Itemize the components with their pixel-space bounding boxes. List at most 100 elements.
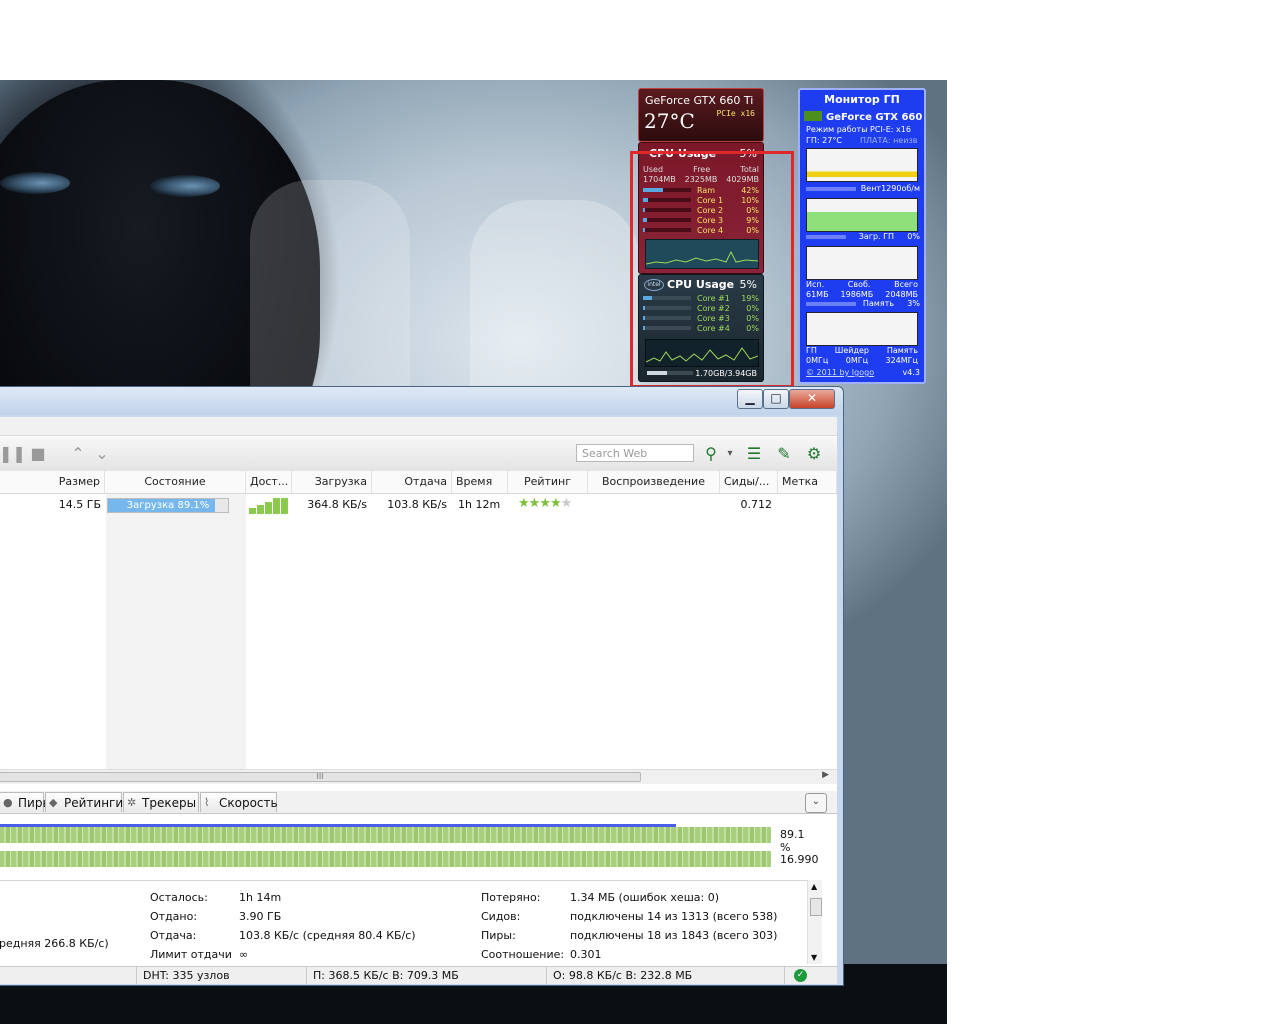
info-vertical-scrollbar[interactable]: ▲ ▼ xyxy=(807,880,822,964)
general-info-panel: редняя 266.8 КБ/с) Осталось: 1h 14m Отда… xyxy=(0,880,817,965)
memory-label: Память xyxy=(862,299,894,308)
star-icon[interactable]: ★ xyxy=(550,496,562,511)
torrent-progress-bar: Загрузка 89.1% xyxy=(107,498,229,513)
collapse-panel-button[interactable]: ⌄ xyxy=(805,793,827,813)
availability-bars xyxy=(249,498,289,514)
tab-ratings[interactable]: ◆ Рейтинги xyxy=(45,792,124,812)
memory-graph xyxy=(806,246,918,280)
column-status[interactable]: Состояние xyxy=(105,471,246,493)
tab-label: Рейтинги xyxy=(64,796,124,810)
pcie-mode: Режим работы PCI-E: x16 xyxy=(806,125,911,134)
dropdown-icon[interactable]: ▾ xyxy=(721,445,739,463)
scroll-thumb[interactable] xyxy=(810,898,822,916)
column-availability[interactable]: Дост... xyxy=(246,471,292,493)
list-icon[interactable]: ☰ xyxy=(745,445,763,463)
torrent-client-window: ▁ □ ✕ ❚❚ ■ ⌃ ⌄ Search Web ⚲ ▾ ☰ ✎ ⚙ Разм… xyxy=(0,386,844,986)
rating-stars[interactable]: ★★★★★ xyxy=(518,496,573,511)
column-size[interactable]: Размер xyxy=(0,471,105,493)
star-icon[interactable]: ★ xyxy=(561,496,573,511)
status-bar: DHT: 335 узлов П: 368.5 КБ/с В: 709.3 МБ… xyxy=(0,966,837,984)
network-ok-icon[interactable]: ✓ xyxy=(794,969,807,982)
remote-icon[interactable]: ✎ xyxy=(775,445,793,463)
gpu-monitor-title: Монитор ГП xyxy=(824,93,900,106)
maximize-button[interactable]: □ xyxy=(763,389,789,409)
pause-icon[interactable]: ❚❚ xyxy=(0,445,26,463)
star-icon[interactable]: ★ xyxy=(518,496,530,511)
torrent-status: Загрузка 89.1% xyxy=(126,500,210,511)
dht-status[interactable]: DHT: 335 узлов xyxy=(137,967,307,984)
upload-limit-value: ∞ xyxy=(239,948,249,961)
horizontal-scrollbar[interactable]: III ▶ xyxy=(0,769,837,784)
column-seeds[interactable]: Сиды/... xyxy=(720,471,778,493)
clock-values: 0МГц 0МГц 324МГц xyxy=(806,356,918,365)
clock-header-shader: Шейдер xyxy=(834,346,869,355)
download-status[interactable]: П: 368.5 КБ/с В: 709.3 МБ xyxy=(307,967,547,984)
column-label[interactable]: Метка xyxy=(778,471,837,493)
scroll-thumb[interactable]: III xyxy=(0,772,641,782)
settings-icon[interactable]: ⚙ xyxy=(805,445,823,463)
torrent-upload-speed: 103.8 КБ/s xyxy=(387,498,447,511)
wasted-label: Потеряно: xyxy=(481,891,541,904)
tab-label: Скорость xyxy=(219,796,278,810)
column-download[interactable]: Загрузка xyxy=(292,471,372,493)
stop-icon[interactable]: ■ xyxy=(29,445,47,463)
column-playback[interactable]: Воспроизведение xyxy=(588,471,720,493)
tab-speed[interactable]: ⌇ Скорость xyxy=(200,792,278,812)
clock-graph xyxy=(806,312,918,346)
clock-memory: 324МГц xyxy=(885,356,919,365)
memory-header-used: Исп. xyxy=(806,280,825,289)
gpu-monitor-gadget[interactable]: Монитор ГП GeForce GTX 660 Режим работы … xyxy=(798,88,926,384)
column-upload[interactable]: Отдача xyxy=(372,471,452,493)
clock-headers: ГП Шейдер Память xyxy=(806,346,918,355)
scroll-down-arrow-icon[interactable]: ▼ xyxy=(811,953,817,962)
torrent-download-speed: 364.8 КБ/s xyxy=(307,498,367,511)
move-down-icon[interactable]: ⌄ xyxy=(93,445,111,463)
column-time[interactable]: Время xyxy=(452,471,508,493)
details-tabs: ● Пиры ◆ Рейтинги ✲ Трекеры ⌇ Скорость ⌄ xyxy=(0,791,837,814)
clock-shader: 0МГц xyxy=(845,356,869,365)
ratio-label: Соотношение: xyxy=(481,948,565,961)
torrent-list-header: Размер Состояние Дост... Загрузка Отдача… xyxy=(0,471,837,494)
fan-bar xyxy=(806,187,856,191)
nvidia-logo-icon xyxy=(804,111,822,121)
memory-header-free: Своб. xyxy=(847,280,871,289)
close-button[interactable]: ✕ xyxy=(789,389,835,409)
fan-speed: Вент1290об/м xyxy=(860,184,920,193)
trackers-icon: ✲ xyxy=(127,796,137,809)
credit-link[interactable]: © 2011 by Igogo xyxy=(806,368,874,377)
star-icon[interactable]: ★ xyxy=(529,496,541,511)
menu-bar xyxy=(0,417,837,436)
scroll-right-arrow-icon[interactable]: ▶ xyxy=(822,770,829,780)
peers-label: Пиры: xyxy=(481,929,516,942)
upload-label: Отдача: xyxy=(150,929,197,942)
memory-headers: Исп. Своб. Всего xyxy=(806,280,918,289)
memory-bar xyxy=(806,302,856,306)
minimize-button[interactable]: ▁ xyxy=(737,389,763,409)
search-web-input[interactable]: Search Web xyxy=(576,444,694,462)
downloaded-pieces-bar xyxy=(0,827,771,843)
seeds-value: подключены 14 из 1313 (всего 538) xyxy=(570,910,778,923)
ratings-icon: ◆ xyxy=(49,796,58,809)
torrent-seed-ratio: 0.712 xyxy=(740,498,773,511)
window-client-area: ❚❚ ■ ⌃ ⌄ Search Web ⚲ ▾ ☰ ✎ ⚙ Размер Сос… xyxy=(0,417,837,984)
gpu-temperature: 27°C xyxy=(644,109,695,133)
gpu-load-value: 0% xyxy=(907,232,920,241)
wasted-value: 1.34 МБ (ошибок хеша: 0) xyxy=(570,891,719,904)
gpu-temperature-gadget[interactable]: GeForce GTX 660 Ti 27°C PCIe x16 xyxy=(638,88,764,142)
tab-peers[interactable]: ● Пиры xyxy=(0,792,52,812)
clock-header-memory: Память xyxy=(886,346,918,355)
downloaded-percent: 89.1 % xyxy=(780,828,805,854)
star-icon[interactable]: ★ xyxy=(539,496,551,511)
scroll-up-arrow-icon[interactable]: ▲ xyxy=(811,882,817,891)
column-rating[interactable]: Рейтинг xyxy=(508,471,588,493)
torrent-size: 14.5 ГБ xyxy=(58,498,101,511)
search-icon[interactable]: ⚲ xyxy=(702,445,720,463)
window-titlebar[interactable]: ▁ □ ✕ xyxy=(0,387,843,415)
seeds-label: Сидов: xyxy=(481,910,521,923)
tab-trackers[interactable]: ✲ Трекеры xyxy=(123,792,199,812)
memory-percent: 3% xyxy=(907,299,920,308)
highlight-box xyxy=(630,151,794,388)
upload-status[interactable]: О: 98.8 КБ/с В: 232.8 МБ xyxy=(547,967,785,984)
move-up-icon[interactable]: ⌃ xyxy=(69,445,87,463)
availability-pieces-bar xyxy=(0,851,771,867)
